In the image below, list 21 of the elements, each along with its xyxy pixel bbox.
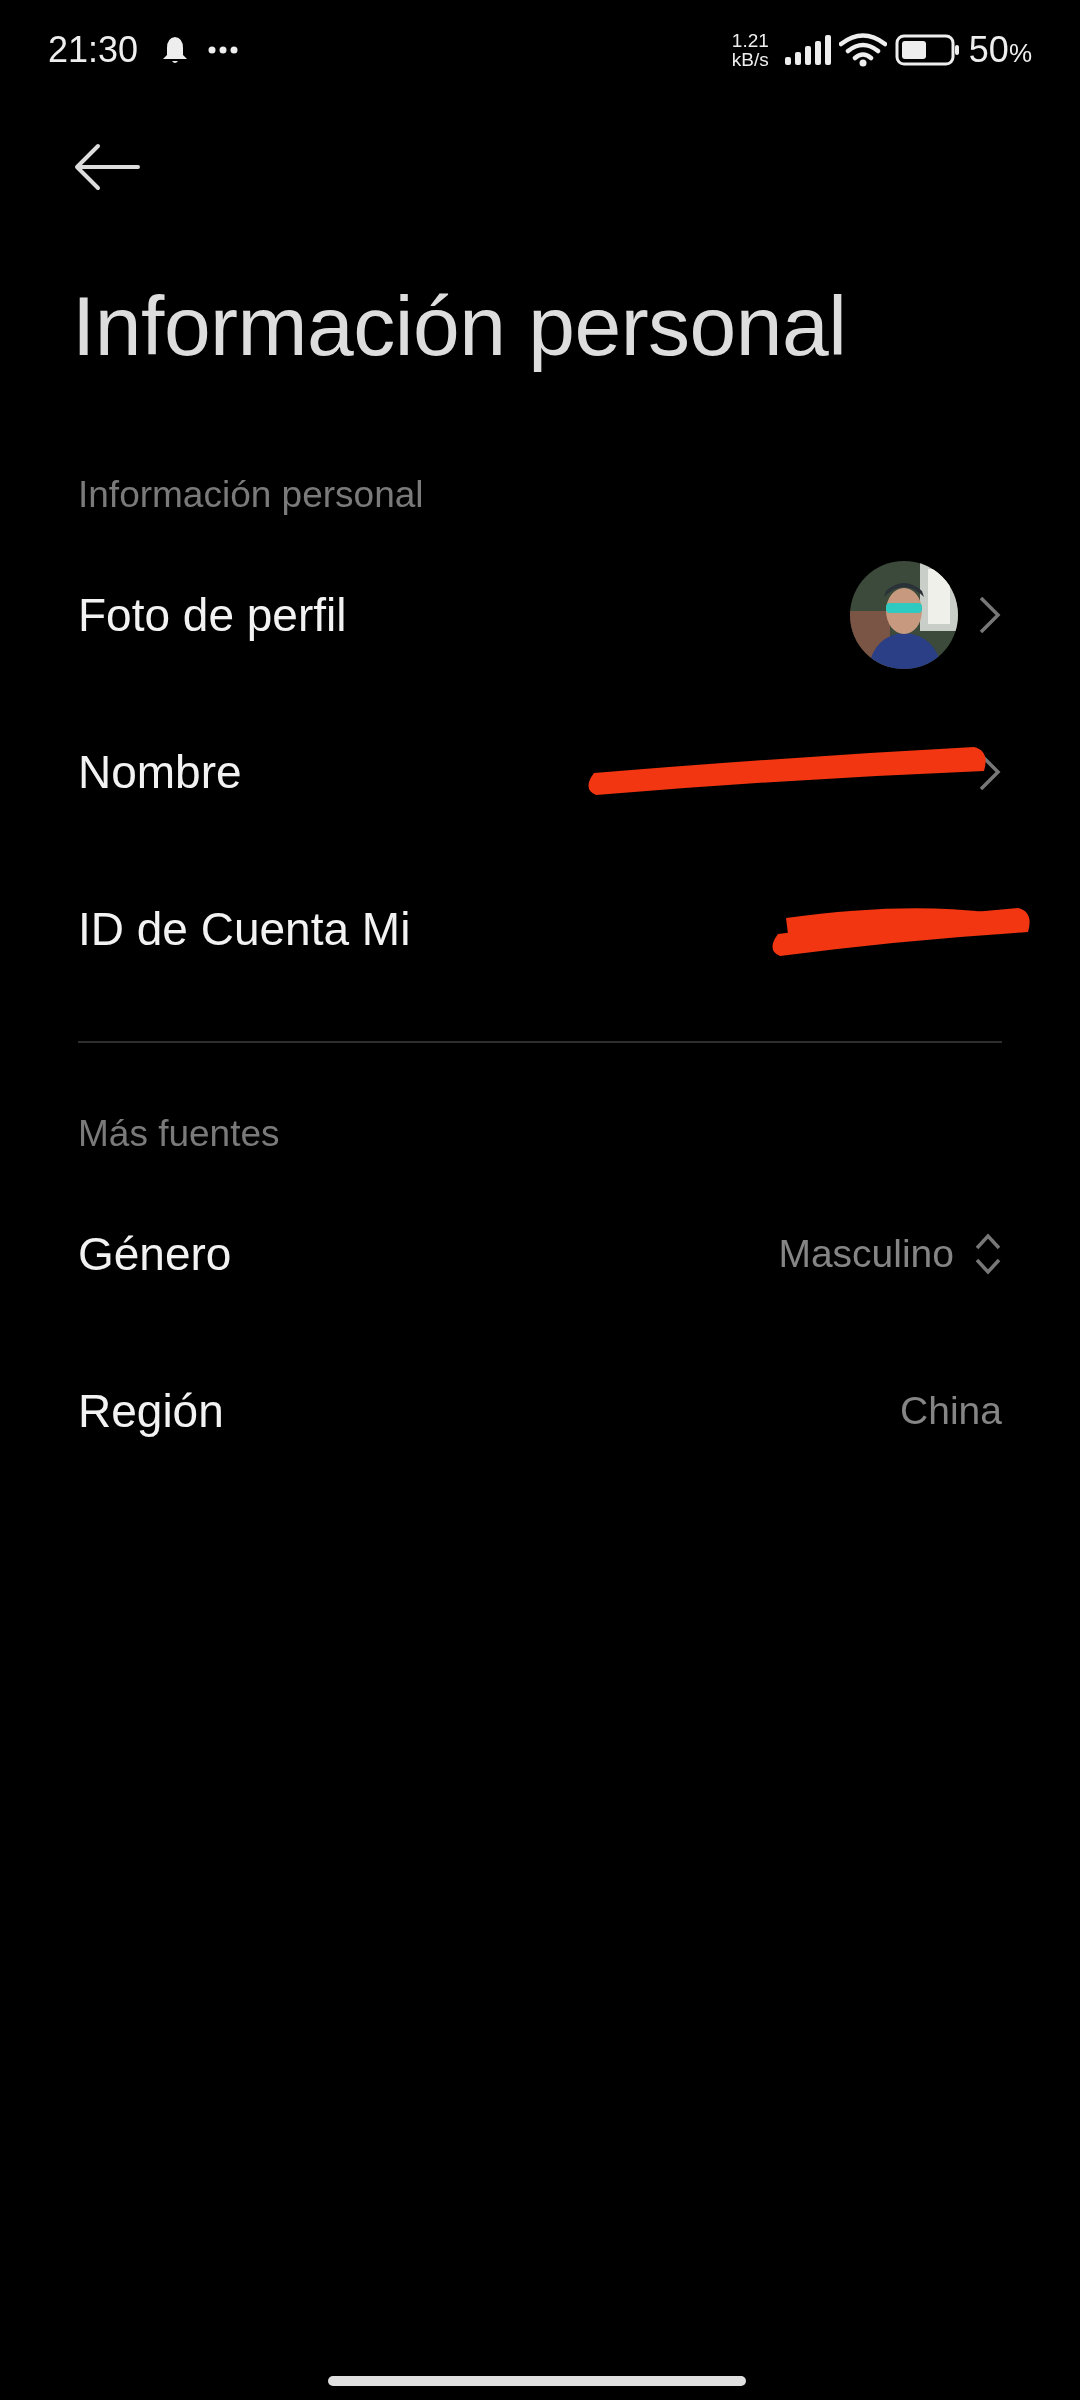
up-down-icon — [974, 1231, 1002, 1276]
row-label[interactable]: Género — [78, 1226, 232, 1281]
row-label[interactable]: Región — [78, 1383, 224, 1438]
section-header: Información personal — [78, 473, 425, 516]
row-label[interactable]: ID de Cuenta Mi — [78, 901, 411, 956]
battery-icon — [894, 34, 961, 66]
bell-icon — [162, 35, 189, 65]
row-label[interactable]: Foto de perfil — [78, 587, 347, 642]
page-title: Información personal — [72, 278, 848, 375]
row-value: China — [900, 1388, 1002, 1433]
section-header: Más fuentes — [78, 1112, 281, 1155]
wifi-icon — [838, 33, 887, 67]
clock: 21:30 — [48, 29, 139, 71]
network-speed: 1.21 — [731, 31, 769, 50]
network-speed-unit: kB/s — [731, 50, 769, 69]
back-button[interactable] — [72, 142, 142, 192]
row-value: Masculino — [778, 1231, 954, 1276]
more-icon — [208, 46, 239, 54]
row-label[interactable]: Nombre — [78, 744, 242, 799]
battery-percentage: 50% — [968, 29, 1032, 71]
signal-icon — [784, 35, 831, 65]
